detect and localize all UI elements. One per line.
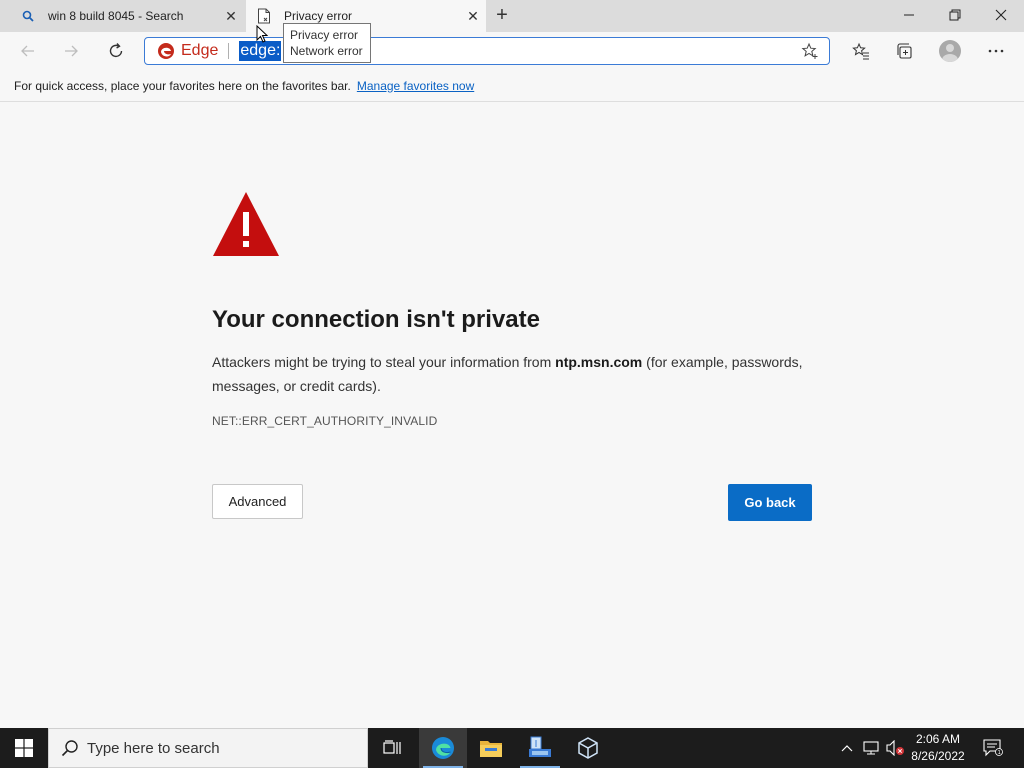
tab-close-button[interactable]: ✕: [460, 8, 486, 25]
taskbar-file-explorer[interactable]: [467, 728, 515, 768]
notification-center-button[interactable]: 1: [980, 728, 1006, 768]
error-code: NET::ERR_CERT_AUTHORITY_INVALID: [212, 414, 438, 428]
refresh-button[interactable]: [101, 36, 131, 66]
favorites-button[interactable]: [846, 36, 876, 66]
manage-favorites-link[interactable]: Manage favorites now: [357, 79, 474, 93]
tooltip-subtitle: Network error: [290, 44, 363, 58]
favorites-bar-message: For quick access, place your favorites h…: [14, 78, 351, 93]
taskbar-search-placeholder: Type here to search: [87, 739, 220, 757]
go-back-button[interactable]: Go back: [728, 484, 812, 521]
clock-time: 2:06 AM: [915, 732, 961, 746]
tab-title: Privacy error: [284, 9, 353, 23]
star-add-icon: [801, 42, 818, 59]
edge-logo-icon: [158, 43, 174, 59]
close-icon: [995, 9, 1007, 21]
edge-browser-icon: [432, 737, 454, 759]
notification-icon: 1: [983, 739, 1003, 757]
task-view-icon: [383, 740, 401, 754]
taskbar-search-box[interactable]: Type here to search: [48, 728, 368, 768]
taskbar: Type here to search 2:06 AM 8/26/2022 1: [0, 728, 1024, 768]
site-identity[interactable]: Edge: [145, 42, 218, 60]
windows-logo-icon: [15, 739, 33, 757]
tooltip-title: Privacy error: [290, 28, 359, 42]
restore-icon: [949, 9, 961, 21]
minimize-button[interactable]: [886, 0, 932, 30]
desc-text: Attackers might be trying to steal your …: [212, 354, 556, 370]
taskbar-network-app[interactable]: [516, 728, 564, 768]
arrow-right-icon: [65, 45, 78, 57]
error-description: Attackers might be trying to steal your …: [212, 350, 822, 398]
settings-more-button[interactable]: [981, 36, 1011, 66]
refresh-icon: [109, 43, 123, 58]
browser-toolbar: Edge edge:: [0, 32, 1024, 70]
site-identity-label: Edge: [181, 42, 219, 59]
taskbar-virtualbox-app[interactable]: [564, 728, 612, 768]
back-button[interactable]: [13, 36, 43, 66]
advanced-button[interactable]: Advanced: [212, 484, 303, 519]
page-error-icon: [256, 8, 272, 24]
collections-icon: [897, 43, 912, 59]
minimize-icon: [904, 14, 914, 16]
favorites-bar: For quick access, place your favorites h…: [0, 70, 1024, 102]
system-clock[interactable]: 2:06 AM 8/26/2022: [905, 731, 971, 765]
address-bar[interactable]: Edge edge:: [144, 37, 830, 65]
collections-button[interactable]: [890, 36, 920, 66]
volume-button[interactable]: [884, 728, 906, 768]
warning-triangle-icon: [213, 192, 279, 256]
show-hidden-icons-button[interactable]: [836, 728, 858, 768]
tab-tooltip: Privacy error Network error: [283, 23, 371, 63]
task-view-button[interactable]: [368, 728, 416, 768]
avatar: [939, 40, 961, 62]
arrow-left-icon: [21, 45, 34, 57]
network-window-icon: [529, 736, 551, 757]
blocked-domain: ntp.msn.com: [555, 354, 643, 370]
favorite-star-button[interactable]: [801, 42, 819, 65]
more-icon: [988, 49, 1004, 53]
tab-strip: win 8 build 8045 - Search ✕ Privacy erro…: [0, 0, 1024, 32]
taskbar-edge-app[interactable]: [419, 728, 467, 768]
search-icon: [61, 739, 79, 757]
forward-button[interactable]: [56, 36, 86, 66]
restore-button[interactable]: [932, 0, 978, 30]
start-button[interactable]: [0, 728, 48, 768]
error-page: Your connection isn't private Attackers …: [0, 102, 1024, 728]
tab-title: win 8 build 8045 - Search: [48, 9, 184, 23]
mouse-cursor-icon: [256, 25, 268, 43]
network-icon: [863, 741, 879, 755]
favorites-icon: [852, 42, 869, 60]
search-icon: [20, 8, 36, 24]
profile-button[interactable]: [935, 36, 965, 66]
tab-search[interactable]: win 8 build 8045 - Search ✕: [0, 0, 246, 32]
error-heading: Your connection isn't private: [212, 306, 540, 333]
url-text[interactable]: edge:: [239, 41, 282, 61]
close-window-button[interactable]: [978, 0, 1024, 30]
folder-icon: [480, 741, 502, 757]
chevron-up-icon: [841, 745, 853, 752]
network-status-button[interactable]: [860, 728, 882, 768]
clock-date: 8/26/2022: [911, 749, 965, 763]
new-tab-button[interactable]: +: [490, 4, 514, 28]
cube-icon: [578, 737, 598, 759]
divider: [228, 43, 230, 59]
volume-muted-icon: [886, 740, 904, 756]
tab-close-button[interactable]: ✕: [218, 8, 244, 25]
svg-text:1: 1: [998, 750, 1001, 756]
